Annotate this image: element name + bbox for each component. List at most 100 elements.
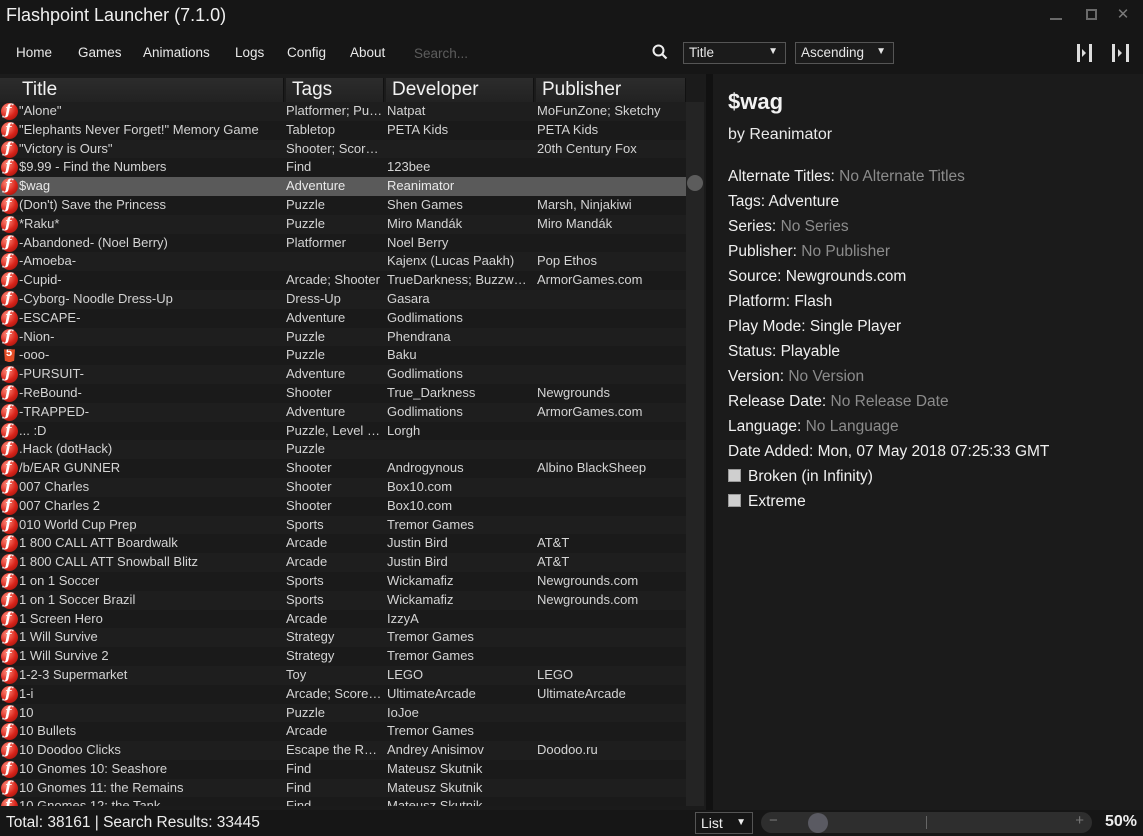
cell-title: "Victory is Ours": [19, 140, 113, 156]
table-row[interactable]: -PURSUIT- Adventure Godlimations: [0, 364, 686, 384]
table-row[interactable]: (Don't) Save the Princess Puzzle Shen Game…: [0, 195, 686, 215]
zoom-slider-thumb[interactable]: [807, 813, 828, 833]
detail-field-value[interactable]: Mon, 07 May 2018 07:25:33 GMT: [818, 443, 1050, 460]
table-row[interactable]: .Hack (dotHack) Puzzle: [0, 439, 686, 460]
table-row[interactable]: 010 World Cup Prep Sports Tremor Games: [0, 515, 686, 535]
search-icon[interactable]: [652, 44, 668, 60]
table-row[interactable]: -Cyborg- Noodle Dress-Up Dress-Up Gasara: [0, 289, 686, 309]
detail-field-value[interactable]: No Release Date: [831, 393, 949, 410]
nav-games[interactable]: Games: [78, 45, 122, 60]
maximize-button[interactable]: [1080, 6, 1102, 24]
table-row[interactable]: 1 on 1 Soccer Sports Wickamafiz Newgrounds.…: [0, 571, 686, 591]
nav-logs[interactable]: Logs: [235, 45, 264, 60]
cell-title: 007 Charles 2: [19, 497, 100, 513]
table-row[interactable]: 007 Charles Shooter Box10.com: [0, 477, 686, 497]
zoom-in-icon[interactable]: +: [1075, 812, 1084, 829]
table-row[interactable]: -Abandoned- (Noel Berry) Platformer Noel B…: [0, 233, 686, 253]
flash-platform-icon: [1, 364, 18, 384]
pane-divider[interactable]: [706, 74, 713, 810]
table-row[interactable]: 1 Will Survive 2 Strategy Tremor Games: [0, 646, 686, 666]
cell-publisher: Pop Ethos: [537, 253, 597, 269]
cell-developer: PETA Kids: [387, 121, 449, 137]
table-row[interactable]: -ooo- Puzzle Baku: [0, 346, 686, 366]
detail-field-value[interactable]: No Publisher: [801, 243, 890, 260]
table-row[interactable]: 10 Bullets Arcade Tremor Games: [0, 721, 686, 742]
column-header-tags[interactable]: Tags: [286, 78, 384, 102]
table-row[interactable]: 1-2-3 Supermarket Toy LEGO LEGO: [0, 665, 686, 685]
order-direction-select[interactable]: Ascending ▼: [795, 42, 894, 64]
table-row[interactable]: 1 Screen Hero Arcade IzzyA: [0, 609, 686, 629]
scrollbar-thumb[interactable]: [687, 175, 703, 191]
table-row[interactable]: 10 Doodoo Clicks Escape the RoomAndrey An…: [0, 740, 686, 760]
table-row[interactable]: "Victory is Ours" Shooter; Score-Attack 20…: [0, 139, 686, 159]
scrollbar-track[interactable]: [686, 102, 704, 806]
detail-field-label: Language:: [728, 418, 802, 435]
cell-developer: Kajenx (Lucas Paakh): [387, 253, 515, 269]
order-by-select[interactable]: Title ▼: [683, 42, 786, 64]
zoom-center-tick: [926, 816, 927, 829]
cell-developer: TrueDarkness; Buzzwords: [387, 272, 533, 288]
cell-title: 10 Gnomes 10: Seashore: [19, 760, 168, 776]
nav-home[interactable]: Home: [16, 45, 52, 60]
cell-title: -Abandoned- (Noel Berry): [19, 234, 168, 250]
minimize-button[interactable]: [1045, 6, 1067, 24]
zoom-out-icon[interactable]: −: [769, 812, 778, 829]
checkbox-extreme[interactable]: Extreme: [728, 493, 806, 511]
cell-developer: Tremor Games: [387, 648, 474, 664]
table-row[interactable]: $9.99 - Find the Numbers Find 123bee: [0, 157, 686, 178]
checkbox-icon[interactable]: [728, 469, 741, 482]
table-row[interactable]: 10 Gnomes 12: the Tank Find Mateusz Skutni…: [0, 796, 686, 806]
checkbox-icon[interactable]: [728, 494, 741, 507]
detail-field-value[interactable]: No Alternate Titles: [839, 168, 965, 185]
detail-field-value[interactable]: Adventure: [769, 193, 840, 210]
nav-config[interactable]: Config: [287, 45, 326, 60]
search-input[interactable]: [414, 42, 634, 64]
nav-about[interactable]: About: [350, 45, 385, 60]
detail-field-value[interactable]: No Series: [781, 218, 849, 235]
table-row[interactable]: 10 Gnomes 11: the Remains Find Mateusz Sku…: [0, 778, 686, 798]
cell-title: ... :D: [19, 422, 47, 438]
column-header-developer[interactable]: Developer: [386, 78, 534, 102]
table-row[interactable]: 10 Gnomes 10: Seashore Find Mateusz Skutni…: [0, 759, 686, 779]
zoom-slider[interactable]: − +: [761, 812, 1092, 833]
table-row[interactable]: ... :D Puzzle, Level EditorLorgh: [0, 421, 686, 441]
table-row[interactable]: -ESCAPE- Adventure Godlimations: [0, 308, 686, 328]
detail-field-value[interactable]: Flash: [794, 293, 832, 310]
cell-tags: Arcade: [286, 554, 328, 570]
nav-animations[interactable]: Animations: [143, 45, 210, 60]
table-row[interactable]: 1 on 1 Soccer Brazil Sports Wickamafiz Newg…: [0, 590, 686, 610]
table-row[interactable]: 10 Puzzle IoJoe: [0, 703, 686, 723]
detail-field-value[interactable]: Playable: [781, 343, 840, 360]
table-row[interactable]: 1 800 CALL ATT Snowball Blitz Arcade Justi…: [0, 552, 686, 572]
flash-platform-icon: [1, 609, 18, 628]
table-row[interactable]: 007 Charles 2 Shooter Box10.com: [0, 496, 686, 516]
table-row[interactable]: /b/EAR GUNNER Shooter Androgynous Albino Bl…: [0, 458, 686, 478]
detail-field-label: Version:: [728, 368, 785, 385]
close-button[interactable]: ✕: [1112, 6, 1134, 24]
table-row[interactable]: $wag Adventure Reanimator: [0, 176, 686, 196]
detail-field-value[interactable]: Newgrounds.com: [786, 268, 907, 285]
detail-field-value[interactable]: No Version: [788, 368, 864, 385]
table-row[interactable]: -Cupid- Arcade; Shooter TrueDarkness; Buzz…: [0, 270, 686, 290]
detail-field-value[interactable]: No Language: [806, 418, 899, 435]
detail-field-value[interactable]: Single Player: [810, 318, 901, 335]
table-row[interactable]: -ReBound- Shooter True_Darkness Newgrounds: [0, 383, 686, 403]
table-row[interactable]: "Elephants Never Forget!" Memory Game Tab…: [0, 120, 686, 140]
table-row[interactable]: 1 800 CALL ATT Boardwalk Arcade Justin Bir…: [0, 533, 686, 554]
column-header-title[interactable]: Title: [0, 78, 284, 102]
column-header-publisher[interactable]: Publisher: [536, 78, 686, 102]
table-row[interactable]: -Amoeba- Kajenx (Lucas Paakh) Pop Ethos: [0, 251, 686, 272]
view-mode-select[interactable]: List ▼: [695, 812, 753, 834]
cell-title: 1 800 CALL ATT Snowball Blitz: [19, 554, 198, 570]
chevron-down-icon: ▼: [876, 46, 886, 57]
toggle-right-sidebar-icon[interactable]: [1109, 42, 1133, 64]
table-row[interactable]: -TRAPPED- Adventure Godlimations ArmorGames…: [0, 402, 686, 422]
table-row[interactable]: -Nion- Puzzle Phendrana: [0, 327, 686, 347]
table-row[interactable]: 1 Will Survive Strategy Tremor Games: [0, 627, 686, 648]
table-row[interactable]: *Raku* Puzzle Miro Mandák Miro Mandák: [0, 214, 686, 234]
cell-title: -Amoeba-: [19, 253, 77, 269]
checkbox-broken-in-infinity[interactable]: Broken (in Infinity): [728, 468, 873, 486]
table-row[interactable]: 1-iArcade; Score-AttackUltimateArcadeUlt…: [0, 684, 686, 704]
toggle-left-sidebar-icon[interactable]: [1074, 42, 1098, 64]
table-row[interactable]: "Alone" Platformer; PuzzleNatpat MoFunZone…: [0, 102, 686, 121]
